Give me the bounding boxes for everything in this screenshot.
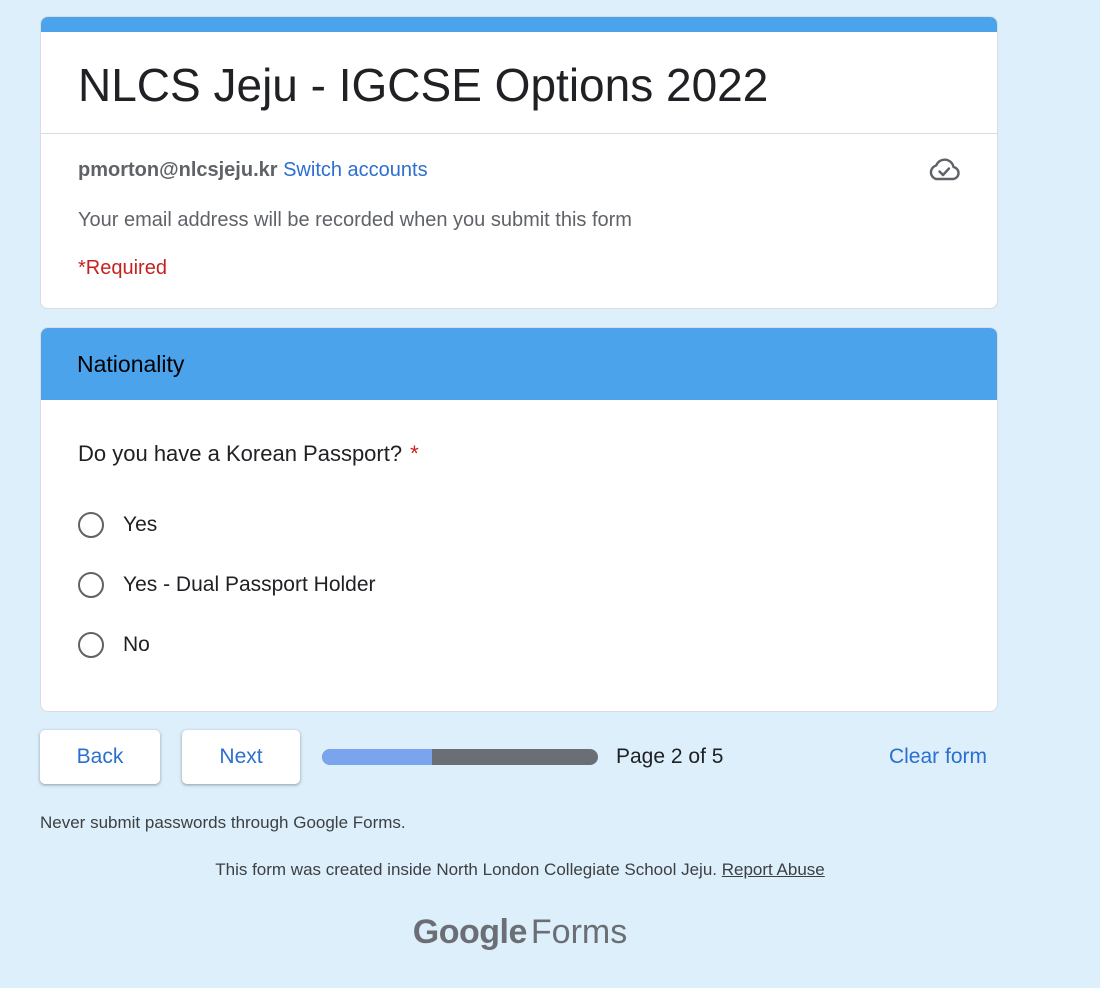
form-title: NLCS Jeju - IGCSE Options 2022 [78, 59, 769, 111]
required-note: *Required [78, 257, 167, 279]
password-warning: Never submit passwords through Google Fo… [40, 813, 406, 832]
radio-button[interactable] [78, 632, 104, 658]
option-label: Yes - Dual Passport Holder [123, 573, 376, 596]
brand-google: Google [412, 913, 528, 951]
radio-button[interactable] [78, 512, 104, 538]
option-no[interactable]: No [78, 628, 150, 662]
question-title: Do you have a Korean Passport? * [78, 440, 419, 468]
option-yes-dual-passport[interactable]: Yes - Dual Passport Holder [78, 568, 376, 602]
option-label: Yes [123, 513, 158, 536]
radio-button[interactable] [78, 572, 104, 598]
progress-bar-fill [322, 749, 433, 765]
form-header-card: NLCS Jeju - IGCSE Options 2022 pmorton@n… [40, 16, 998, 309]
google-forms-logo[interactable]: Google Forms [0, 912, 1040, 952]
header-accent-bar [41, 17, 997, 32]
section-header: Nationality [41, 328, 997, 400]
next-button[interactable]: Next [182, 730, 300, 784]
report-abuse-link[interactable]: Report Abuse [722, 860, 825, 879]
question-card: Nationality Do you have a Korean Passpor… [40, 327, 998, 712]
question-text: Do you have a Korean Passport? [78, 441, 403, 466]
created-inside-text: This form was created inside North Londo… [215, 860, 717, 879]
footer-created-inside: This form was created inside North Londo… [0, 859, 1040, 881]
switch-accounts-link[interactable]: Switch accounts [283, 159, 428, 181]
title-divider [41, 133, 997, 134]
progress-bar [322, 749, 598, 765]
email-recorded-note: Your email address will be recorded when… [78, 209, 632, 231]
back-button[interactable]: Back [40, 730, 160, 784]
account-row: pmorton@nlcsjeju.kr Switch accounts [78, 157, 428, 183]
section-title: Nationality [77, 351, 185, 377]
option-label: No [123, 633, 150, 656]
clear-form-button[interactable]: Clear form [889, 744, 987, 770]
page-indicator: Page 2 of 5 [616, 745, 724, 768]
cloud-check-icon [929, 158, 960, 181]
account-email: pmorton@nlcsjeju.kr [78, 159, 278, 181]
brand-forms: Forms [530, 913, 628, 951]
required-star: * [410, 441, 419, 466]
option-yes[interactable]: Yes [78, 508, 157, 542]
